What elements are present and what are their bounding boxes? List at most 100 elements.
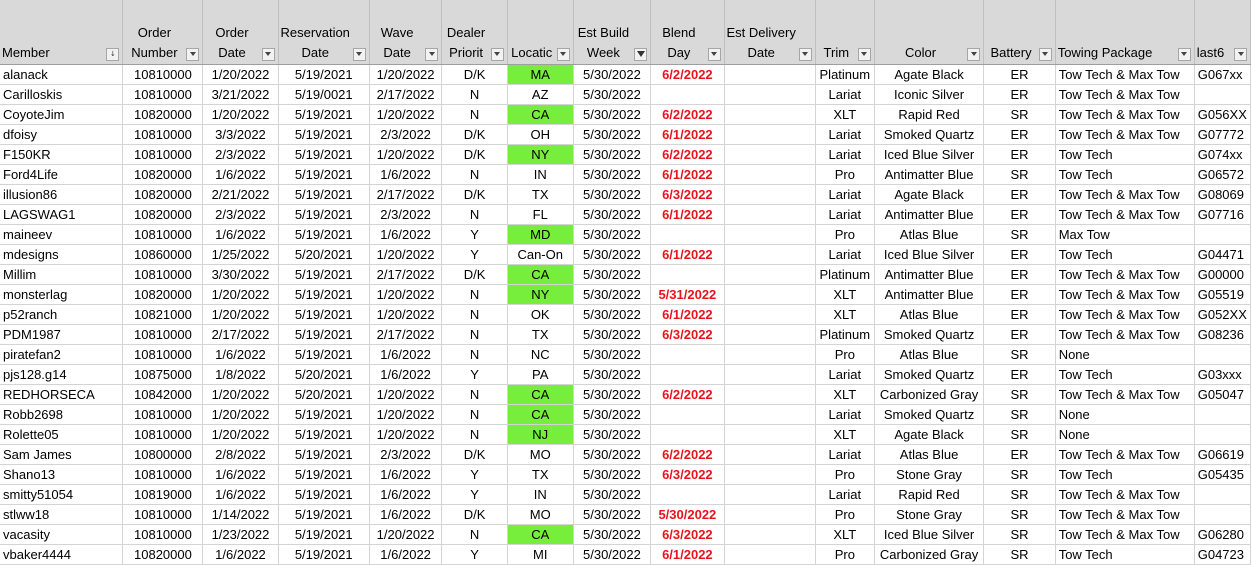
cell-last6[interactable]	[1194, 224, 1251, 245]
cell-towing-package[interactable]: Tow Tech & Max Tow	[1055, 324, 1195, 345]
cell-battery[interactable]: ER	[983, 84, 1056, 105]
cell-trim[interactable]: Lariat	[815, 184, 875, 205]
cell-blend-day[interactable]	[650, 364, 725, 385]
cell-est-build-week[interactable]: 5/30/2022	[573, 144, 652, 165]
cell-est-build-week[interactable]: 5/30/2022	[573, 64, 652, 85]
cell-wave-date[interactable]: 1/6/2022	[369, 164, 443, 185]
cell-trim[interactable]: Platinum	[815, 64, 875, 85]
cell-location[interactable]: IN	[507, 484, 574, 505]
cell-location[interactable]: CA	[507, 384, 574, 405]
cell-dealer-priority[interactable]: N	[441, 284, 508, 305]
cell-trim[interactable]: Lariat	[815, 204, 875, 225]
cell-battery[interactable]: SR	[983, 524, 1056, 545]
cell-blend-day[interactable]	[650, 344, 725, 365]
cell-member[interactable]: pjs128.g14	[0, 364, 124, 385]
cell-last6[interactable]: G06619	[1194, 444, 1251, 465]
cell-towing-package[interactable]: Tow Tech & Max Tow	[1055, 304, 1195, 325]
cell-order-number[interactable]: 10820000	[122, 184, 204, 205]
cell-location[interactable]: MD	[507, 224, 574, 245]
cell-est-build-week[interactable]: 5/30/2022	[573, 164, 652, 185]
cell-dealer-priority[interactable]: N	[441, 404, 508, 425]
cell-reservation-date[interactable]: 5/19/2021	[278, 504, 370, 525]
cell-last6[interactable]: G04723	[1194, 544, 1251, 565]
cell-towing-package[interactable]: Tow Tech & Max Tow	[1055, 524, 1195, 545]
cell-member[interactable]: monsterlag	[0, 284, 124, 305]
cell-trim[interactable]: XLT	[815, 524, 875, 545]
cell-reservation-date[interactable]: 5/20/2021	[278, 244, 370, 265]
cell-reservation-date[interactable]: 5/19/2021	[278, 224, 370, 245]
cell-order-number[interactable]: 10810000	[122, 144, 204, 165]
cell-reservation-date[interactable]: 5/19/2021	[278, 464, 370, 485]
cell-last6[interactable]: G07772	[1194, 124, 1251, 145]
cell-last6[interactable]: G056XX	[1194, 104, 1251, 125]
cell-order-number[interactable]: 10810000	[122, 424, 204, 445]
cell-order-number[interactable]: 10875000	[122, 364, 204, 385]
cell-order-number[interactable]: 10819000	[122, 484, 204, 505]
cell-battery[interactable]: ER	[983, 124, 1056, 145]
cell-dealer-priority[interactable]: Y	[441, 464, 508, 485]
cell-blend-day[interactable]: 6/3/2022	[650, 324, 725, 345]
cell-est-build-week[interactable]: 5/30/2022	[573, 384, 652, 405]
cell-dealer-priority[interactable]: N	[441, 104, 508, 125]
cell-battery[interactable]: ER	[983, 324, 1056, 345]
cell-blend-day[interactable]	[650, 404, 725, 425]
cell-color[interactable]: Antimatter Blue	[874, 284, 985, 305]
cell-location[interactable]: CA	[507, 104, 574, 125]
cell-wave-date[interactable]: 1/20/2022	[369, 304, 443, 325]
cell-blend-day[interactable]: 6/2/2022	[650, 104, 725, 125]
cell-order-number[interactable]: 10810000	[122, 224, 204, 245]
cell-blend-day[interactable]: 6/3/2022	[650, 464, 725, 485]
cell-member[interactable]: maineev	[0, 224, 124, 245]
cell-battery[interactable]: SR	[983, 404, 1056, 425]
cell-color[interactable]: Agate Black	[874, 64, 985, 85]
cell-location[interactable]: NY	[507, 284, 574, 305]
cell-battery[interactable]: ER	[983, 184, 1056, 205]
sort-icon[interactable]: ↓	[106, 47, 120, 61]
cell-order-date[interactable]: 1/6/2022	[202, 224, 279, 245]
cell-order-number[interactable]: 10810000	[122, 324, 204, 345]
cell-est-build-week[interactable]: 5/30/2022	[573, 524, 652, 545]
cell-dealer-priority[interactable]: Y	[441, 224, 508, 245]
cell-last6[interactable]	[1194, 84, 1251, 105]
cell-reservation-date[interactable]: 5/19/2021	[278, 204, 370, 225]
cell-color[interactable]: Smoked Quartz	[874, 364, 985, 385]
cell-towing-package[interactable]: Max Tow	[1055, 224, 1195, 245]
cell-order-number[interactable]: 10810000	[122, 84, 204, 105]
cell-color[interactable]: Iconic Silver	[874, 84, 985, 105]
cell-trim[interactable]: XLT	[815, 284, 875, 305]
column-header-est-build-week[interactable]: Est Build Week	[573, 0, 652, 65]
cell-towing-package[interactable]: Tow Tech	[1055, 164, 1195, 185]
cell-color[interactable]: Antimatter Blue	[874, 204, 985, 225]
cell-trim[interactable]: Pro	[815, 464, 875, 485]
cell-wave-date[interactable]: 1/20/2022	[369, 64, 443, 85]
cell-towing-package[interactable]: Tow Tech & Max Tow	[1055, 204, 1195, 225]
column-header-wave-date[interactable]: Wave Date	[369, 0, 443, 65]
cell-trim[interactable]: Lariat	[815, 144, 875, 165]
chevron-down-icon[interactable]	[857, 47, 871, 61]
cell-last6[interactable]	[1194, 484, 1251, 505]
cell-est-build-week[interactable]: 5/30/2022	[573, 324, 652, 345]
cell-order-date[interactable]: 3/30/2022	[202, 264, 279, 285]
cell-last6[interactable]: G05047	[1194, 384, 1251, 405]
cell-member[interactable]: stlww18	[0, 504, 124, 525]
cell-member[interactable]: illusion86	[0, 184, 124, 205]
cell-blend-day[interactable]: 6/1/2022	[650, 244, 725, 265]
cell-trim[interactable]: Pro	[815, 504, 875, 525]
cell-est-build-week[interactable]: 5/30/2022	[573, 364, 652, 385]
cell-color[interactable]: Smoked Quartz	[874, 404, 985, 425]
cell-est-delivery-date[interactable]	[724, 524, 816, 545]
chevron-down-icon[interactable]	[967, 47, 981, 61]
cell-location[interactable]: IN	[507, 164, 574, 185]
cell-last6[interactable]: G052XX	[1194, 304, 1251, 325]
cell-reservation-date[interactable]: 5/19/2021	[278, 424, 370, 445]
cell-dealer-priority[interactable]: D/K	[441, 264, 508, 285]
cell-dealer-priority[interactable]: Y	[441, 244, 508, 265]
cell-est-build-week[interactable]: 5/30/2022	[573, 104, 652, 125]
cell-battery[interactable]: ER	[983, 264, 1056, 285]
cell-est-delivery-date[interactable]	[724, 424, 816, 445]
cell-reservation-date[interactable]: 5/19/2021	[278, 404, 370, 425]
cell-est-delivery-date[interactable]	[724, 244, 816, 265]
cell-member[interactable]: Ford4Life	[0, 164, 124, 185]
cell-dealer-priority[interactable]: D/K	[441, 504, 508, 525]
cell-order-date[interactable]: 1/20/2022	[202, 424, 279, 445]
